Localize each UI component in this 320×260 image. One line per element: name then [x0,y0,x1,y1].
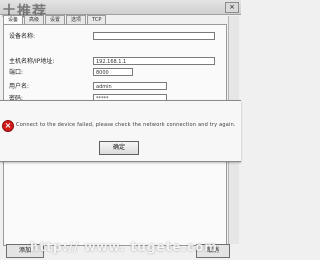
error-icon: × [2,120,14,132]
host-label: 主机名称/IP地址: [9,58,55,65]
form-row-host: 主机名称/IP地址: 192.168.1.1 [9,57,219,67]
tab-settings[interactable]: 设置 [45,15,66,24]
port-label: 端口: [9,69,24,76]
ok-button[interactable]: 确定 [99,141,139,155]
form-row-port: 端口: 8000 [9,68,219,78]
watermark-bottom: http:// www. tugete.com [30,240,218,254]
tab-bar: 设备 高级 设置 选项 TCP [3,15,107,25]
host-input[interactable]: 192.168.1.1 [93,57,215,65]
device-name-input[interactable] [93,32,215,40]
tab-advanced[interactable]: 高级 [24,15,45,24]
device-name-label: 设备名称: [9,33,36,40]
tab-options[interactable]: 选项 [66,15,87,24]
form-row-username: 用户名: admin [9,82,219,92]
close-button[interactable]: × [225,2,239,13]
error-dialog: × Connect to the device failed, please c… [0,100,241,162]
error-message: Connect to the device failed, please che… [16,122,236,128]
username-label: 用户名: [9,83,30,90]
form-row-device-name: 设备名称: [9,32,219,42]
port-input[interactable]: 8000 [93,68,133,76]
tab-tcp[interactable]: TCP [87,15,107,24]
username-input[interactable]: admin [93,82,167,90]
